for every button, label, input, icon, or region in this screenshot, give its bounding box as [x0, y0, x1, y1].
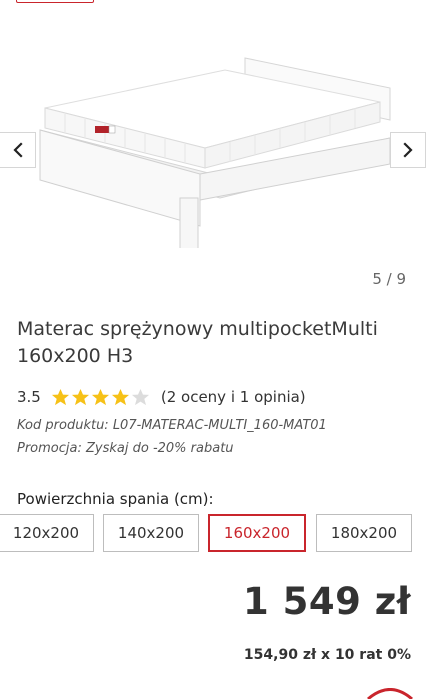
promo-text: Promocja: Zyskaj do -20% rabatu — [17, 441, 234, 456]
chevron-left-icon — [12, 142, 23, 158]
star-icon — [131, 388, 149, 405]
size-option-120x200[interactable]: 120x200 — [0, 514, 94, 552]
product-title: Materac sprężynowy multipocketMulti 160x… — [17, 318, 378, 367]
star-icon — [91, 388, 109, 405]
reviews-link[interactable]: (2 oceny i 1 opinia) — [161, 388, 306, 406]
chevron-right-icon — [403, 142, 413, 158]
circle-button-fragment[interactable] — [362, 688, 418, 699]
price: 1 549 zł — [242, 580, 411, 623]
size-option-140x200[interactable]: 140x200 — [103, 514, 199, 552]
gallery-next-button[interactable] — [390, 132, 426, 168]
brand-label-icon — [95, 125, 116, 134]
star-icon — [51, 388, 69, 405]
rating-row: 3.5 (2 oceny i 1 opinia) — [17, 386, 306, 408]
star-icon — [71, 388, 89, 405]
star-icon — [111, 388, 129, 405]
product-image-gallery[interactable] — [0, 20, 428, 270]
product-code: Kod produktu: L07-MATERAC-MULTI_160-MAT0… — [17, 418, 327, 433]
size-label: Powierzchnia spania (cm): — [17, 490, 214, 508]
product-image-bed — [39, 57, 391, 248]
size-option-180x200[interactable]: 180x200 — [316, 514, 412, 552]
gallery-prev-button[interactable] — [0, 132, 36, 168]
header-icon-fragment[interactable] — [370, 0, 406, 4]
size-option-160x200[interactable]: 160x200 — [208, 514, 306, 552]
rating-stars[interactable] — [51, 388, 151, 407]
rating-value: 3.5 — [17, 388, 41, 406]
top-strip — [0, 0, 428, 6]
installment-info[interactable]: 154,90 zł x 10 rat 0% — [244, 647, 411, 663]
header-button-fragment[interactable] — [16, 0, 94, 3]
gallery-counter: 5 / 9 — [372, 270, 406, 288]
